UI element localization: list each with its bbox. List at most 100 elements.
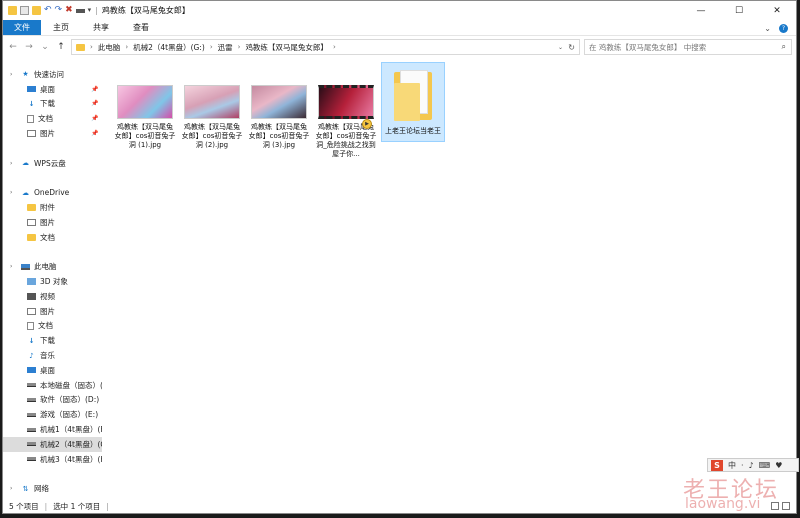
sidebar-item[interactable]: 3D 对象 xyxy=(3,274,102,289)
sidebar-item[interactable]: 游戏（固态）(E:) xyxy=(3,407,102,422)
ime-voice-icon[interactable]: ♪ xyxy=(749,461,754,470)
sogou-logo-icon[interactable]: S xyxy=(711,459,723,471)
file-item[interactable]: 鸡教练【双马尾兔女郎】cos初音兔子洞 (3).jpg xyxy=(247,81,311,171)
file-view[interactable]: 鸡教练【双马尾兔女郎】cos初音兔子洞 (1).jpg 鸡教练【双马尾兔女郎】co… xyxy=(103,59,796,499)
download-icon: ↓ xyxy=(28,99,35,108)
chevron-right-icon[interactable]: › xyxy=(10,189,12,196)
drive-icon xyxy=(27,457,36,462)
sidebar-item-label: 音乐 xyxy=(40,351,55,361)
ime-punctuation[interactable]: · xyxy=(741,461,744,470)
chevron-right-icon[interactable]: › xyxy=(10,160,12,167)
up-button[interactable]: ↑ xyxy=(55,42,67,52)
sidebar-item[interactable]: 视频 xyxy=(3,289,102,304)
back-button[interactable]: ← xyxy=(7,42,19,52)
breadcrumb-current[interactable]: 鸡教练【双马尾兔女郎】 xyxy=(245,42,328,53)
sidebar-item-label: 3D 对象 xyxy=(40,277,68,287)
status-bar: 5 个项目 | 选中 1 个项目 | xyxy=(3,499,796,513)
ime-skin-icon[interactable]: ♥ xyxy=(775,461,782,470)
customize-dropdown-icon[interactable]: ▾ xyxy=(88,6,92,15)
forward-button[interactable]: → xyxy=(23,42,35,52)
address-dropdown-icon[interactable]: ⌄ xyxy=(558,44,563,51)
media-player-icon: ▶ xyxy=(362,119,372,129)
sidebar-item[interactable]: 桌面 📌 xyxy=(3,82,102,97)
recent-dropdown-icon[interactable]: ⌄ xyxy=(39,42,51,52)
help-icon[interactable]: ? xyxy=(779,23,788,33)
close-button[interactable]: ✕ xyxy=(758,1,796,20)
sidebar-item[interactable]: ♪ 音乐 xyxy=(3,348,102,363)
tab-home[interactable]: 主页 xyxy=(41,20,81,35)
redo-icon[interactable]: ↷ xyxy=(55,6,63,15)
address-bar[interactable]: › 此电脑 › 机械2（4t黑盘）(G:) › 迅雷 › 鸡教练【双马尾兔女郎】… xyxy=(71,39,580,55)
sidebar-item-label: 图片 xyxy=(40,306,55,316)
chevron-right-icon[interactable]: › xyxy=(238,43,241,51)
chevron-right-icon[interactable]: › xyxy=(10,263,12,270)
chevron-right-icon[interactable]: › xyxy=(10,71,12,78)
properties-icon[interactable] xyxy=(20,6,29,15)
search-icon[interactable]: ⌕ xyxy=(782,42,786,52)
sidebar-item[interactable]: 文档 xyxy=(3,230,102,245)
sidebar-item[interactable]: 机械2（4t黑盘）(G xyxy=(3,436,103,452)
file-item[interactable]: 鸡教练【双马尾兔女郎】cos初音兔子洞 (2).jpg xyxy=(180,81,244,171)
cloud-icon: ☁ xyxy=(22,159,29,168)
sidebar-item[interactable]: 图片 xyxy=(3,304,102,319)
sidebar-item-label: 文档 xyxy=(38,321,53,331)
folder-item[interactable]: 上老王论坛当老王 xyxy=(381,62,445,142)
sidebar-item-label: 机械2（4t黑盘）(G xyxy=(40,439,103,449)
image-thumbnail xyxy=(251,85,307,119)
large-icons-view-icon[interactable] xyxy=(782,502,790,510)
new-folder-icon[interactable] xyxy=(32,6,41,15)
chevron-right-icon[interactable]: › xyxy=(210,43,213,51)
sidebar-item[interactable]: 文档 📌 xyxy=(3,111,102,126)
sidebar-item[interactable]: 图片 📌 xyxy=(3,126,102,141)
ime-toolbar[interactable]: S 中 · ♪ ⌨ ♥ xyxy=(707,458,799,472)
delete-icon[interactable]: ✖ xyxy=(65,6,73,15)
sidebar-item[interactable]: 软件（固态）(D:) xyxy=(3,393,102,408)
sidebar-item[interactable]: 机械1（4t黑盘）(F xyxy=(3,422,102,437)
sidebar-item[interactable]: 本地磁盘（固态）( xyxy=(3,378,102,393)
file-item[interactable]: ▶ 鸡教练【双马尾兔女郎】cos初音兔子洞_危险挑战之找到屋子你... xyxy=(314,81,378,171)
refresh-icon[interactable]: ↻ xyxy=(568,43,575,52)
sidebar-item[interactable]: › ★ 快速访问 xyxy=(3,67,102,82)
breadcrumb-xunlei[interactable]: 迅雷 xyxy=(218,42,233,53)
star-icon: ★ xyxy=(22,70,29,79)
expand-ribbon-icon[interactable]: ⌄ xyxy=(764,24,771,33)
sidebar-item[interactable]: 机械3（4t黑盘）(H xyxy=(3,452,102,467)
chevron-right-icon[interactable]: › xyxy=(333,43,336,51)
tab-share[interactable]: 共享 xyxy=(81,20,121,35)
file-name: 鸡教练【双马尾兔女郎】cos初音兔子洞 (3).jpg xyxy=(248,123,310,149)
sidebar-item-label: 机械1（4t黑盘）(F xyxy=(40,425,103,435)
chevron-right-icon[interactable]: › xyxy=(10,485,12,492)
picture-icon xyxy=(27,130,36,138)
sidebar-item-label: 附件 xyxy=(40,203,55,213)
sidebar-item[interactable]: › ☁ WPS云盘 xyxy=(3,156,102,171)
ime-chinese-mode[interactable]: 中 xyxy=(728,460,736,471)
sidebar-item-label: 网络 xyxy=(34,484,49,494)
minimize-button[interactable]: — xyxy=(682,1,720,20)
sidebar-item[interactable]: 文档 xyxy=(3,319,102,334)
ime-keyboard-icon[interactable]: ⌨ xyxy=(759,461,771,470)
sidebar-item[interactable]: 桌面 xyxy=(3,363,102,378)
sidebar-item[interactable]: ↓ 下载 📌 xyxy=(3,97,102,112)
pc-icon xyxy=(21,263,30,270)
chevron-right-icon[interactable]: › xyxy=(125,43,128,51)
sidebar-item[interactable]: › ☁ OneDrive xyxy=(3,185,102,200)
sidebar-item[interactable]: ↓ 下载 xyxy=(3,333,102,348)
tab-view[interactable]: 查看 xyxy=(121,20,161,35)
sidebar-item[interactable]: 图片 xyxy=(3,215,102,230)
chevron-right-icon[interactable]: › xyxy=(90,43,93,51)
breadcrumb-this-pc[interactable]: 此电脑 xyxy=(98,42,121,53)
navigation-pane[interactable]: › ★ 快速访问 桌面 📌 ↓ 下载 📌 文档 📌 图片 📌 › ☁ WPS云盘 › ☁ OneDrive 附件 图片… xyxy=(3,59,103,499)
tab-file[interactable]: 文件 xyxy=(3,20,41,35)
folder-icon xyxy=(76,43,85,51)
sidebar-item[interactable]: 附件 xyxy=(3,200,102,215)
file-item[interactable]: 鸡教练【双马尾兔女郎】cos初音兔子洞 (1).jpg xyxy=(113,81,177,171)
sidebar-item[interactable]: › ⇅ 网络 xyxy=(3,481,102,496)
breadcrumb-drive-g[interactable]: 机械2（4t黑盘）(G:) xyxy=(133,42,205,53)
watermark-url: laowang.vi xyxy=(685,496,761,512)
undo-icon[interactable]: ↶ xyxy=(44,6,52,15)
search-input[interactable]: 在 鸡教练【双马尾兔女郎】 中搜索 ⌕ xyxy=(584,39,792,55)
rename-icon[interactable] xyxy=(75,8,85,13)
maximize-button[interactable]: ☐ xyxy=(720,1,758,20)
sidebar-item[interactable]: › 此电脑 xyxy=(3,259,102,274)
